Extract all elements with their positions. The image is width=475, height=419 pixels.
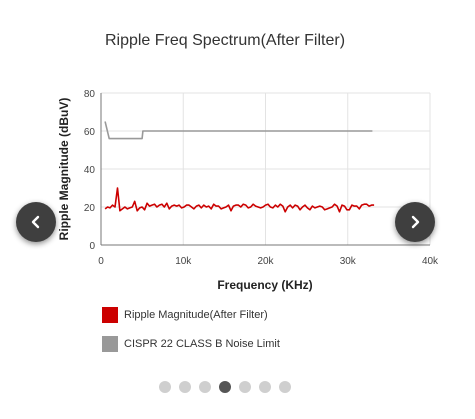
- x-tick-label: 20k: [257, 256, 274, 267]
- legend-swatch-noise-limit: [102, 336, 118, 352]
- y-tick-label: 80: [84, 89, 96, 100]
- x-tick-label: 0: [98, 256, 104, 267]
- pagination-dot[interactable]: [199, 381, 211, 393]
- x-tick-label: 30k: [340, 256, 357, 267]
- legend-item-ripple[interactable]: Ripple Magnitude(After Filter): [102, 307, 268, 323]
- x-axis-label: Frequency (KHz): [217, 278, 312, 292]
- pagination-dot[interactable]: [279, 381, 291, 393]
- pagination-dots: [159, 381, 299, 393]
- legend-swatch-ripple: [102, 307, 118, 323]
- series-line-ripple: [104, 187, 375, 213]
- y-tick-label: 0: [89, 241, 95, 252]
- pagination-dot[interactable]: [259, 381, 271, 393]
- x-tick-label: 10k: [175, 256, 192, 267]
- previous-slide-button[interactable]: [16, 202, 56, 242]
- chevron-right-icon: [411, 215, 420, 229]
- y-axis-label: Ripple Magnitude (dBuV): [57, 98, 71, 241]
- chart-grid: [100, 92, 431, 246]
- y-tick-label: 40: [84, 165, 96, 176]
- y-tick-label: 60: [84, 127, 96, 138]
- pagination-dot[interactable]: [239, 381, 251, 393]
- legend-item-noise-limit[interactable]: CISPR 22 CLASS B Noise Limit: [102, 336, 280, 352]
- legend-label-noise-limit: CISPR 22 CLASS B Noise Limit: [124, 338, 280, 350]
- pagination-dot[interactable]: [219, 381, 231, 393]
- chart-series: [104, 121, 375, 213]
- pagination-dot[interactable]: [159, 381, 171, 393]
- x-tick-label: 40k: [422, 256, 439, 267]
- chevron-left-icon: [31, 215, 40, 229]
- y-tick-label: 20: [84, 203, 96, 214]
- series-line-noise-limit: [104, 121, 373, 140]
- chart-axes: 0 20 40 60 80 0 10k 20k 30k 40k: [84, 89, 439, 267]
- next-slide-button[interactable]: [395, 202, 435, 242]
- legend-label-ripple: Ripple Magnitude(After Filter): [124, 309, 268, 321]
- pagination-dot[interactable]: [179, 381, 191, 393]
